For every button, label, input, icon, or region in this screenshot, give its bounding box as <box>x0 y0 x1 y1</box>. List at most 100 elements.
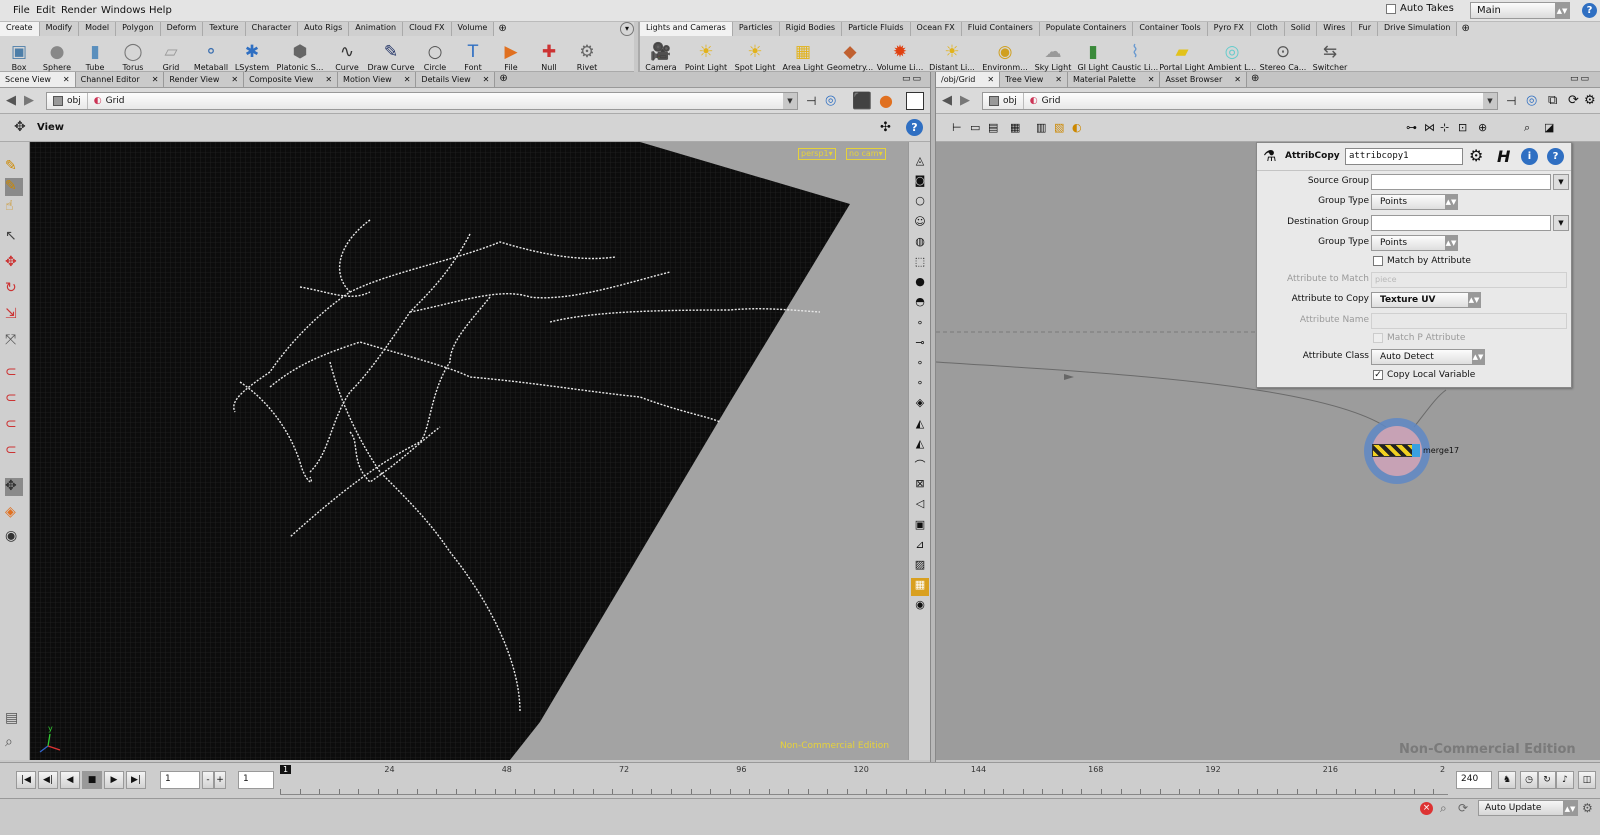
magnet-icon[interactable]: ⊂ <box>5 390 23 408</box>
shelf-tool[interactable]: ☀ Distant Li... <box>926 36 978 72</box>
shelf-tab[interactable]: Container Tools <box>1133 22 1208 36</box>
shelf-tool[interactable]: ▣ Box <box>0 36 38 72</box>
ghost-icon[interactable]: ▣ <box>911 518 929 536</box>
chevron-down-icon[interactable]: ▼ <box>1553 215 1569 231</box>
camera-icon[interactable]: ◙ <box>911 174 929 192</box>
source-group-field[interactable] <box>1371 174 1551 190</box>
shelf-tool[interactable]: ☀ Spot Light <box>730 36 780 72</box>
shelf-tab[interactable]: Fluid Containers <box>961 22 1040 36</box>
pane-tab[interactable]: /obj/Grid ✕ <box>936 72 1001 87</box>
close-icon[interactable]: ✕ <box>231 75 238 84</box>
destination-group-field[interactable] <box>1371 215 1551 231</box>
link-icon[interactable]: ◎ <box>825 93 836 108</box>
chevron-down-icon[interactable]: ▼ <box>1553 174 1569 190</box>
pointer-icon[interactable]: ↖ <box>5 228 23 246</box>
snap-icon[interactable]: ⊡ <box>1458 121 1467 134</box>
refresh-icon[interactable]: ⟳ <box>1458 801 1468 815</box>
shelf-tool[interactable]: ⬢ Platonic S... <box>272 36 328 72</box>
view-icon[interactable]: ✥ <box>5 478 23 496</box>
take-selector[interactable]: Main ▲▼ <box>1470 2 1570 19</box>
sync-icon[interactable]: ⟳ <box>1568 93 1579 108</box>
layout-icon[interactable]: ⊶ <box>1406 121 1417 134</box>
help-icon[interactable]: ? <box>1582 3 1597 18</box>
play-reverse-button[interactable]: ◀ <box>60 771 80 789</box>
pane-tab[interactable]: Tree View ✕ <box>1000 72 1068 87</box>
pin-icon[interactable]: ⊣ <box>1506 94 1516 108</box>
close-icon[interactable]: ✕ <box>152 75 159 84</box>
auto-update-menu[interactable]: Auto Update ▲▼ <box>1478 800 1578 816</box>
lasso-icon[interactable]: ☝ <box>5 198 23 216</box>
camera-icon[interactable]: ◉ <box>5 528 23 546</box>
magnet-icon[interactable]: ⊂ <box>5 364 23 382</box>
visibility-icon[interactable]: ◬ <box>911 154 929 172</box>
info-icon[interactable]: ? <box>906 119 923 136</box>
copy-local-variable-checkbox[interactable]: ✓ <box>1373 370 1383 380</box>
add-tab-icon[interactable]: ⊕ <box>495 72 511 87</box>
shelf-tool[interactable]: ∿ Curve <box>328 36 366 72</box>
shelf-tool[interactable]: ☀ Point Light <box>682 36 730 72</box>
sphere-icon[interactable]: ● <box>911 275 929 293</box>
search-icon[interactable]: ⌕ <box>1524 121 1530 135</box>
shelf-tool[interactable]: ○ Circle <box>416 36 454 72</box>
cam-menu[interactable]: no cam▾ <box>846 148 886 160</box>
point-icon[interactable]: ∘ <box>911 316 929 334</box>
shelf-tab[interactable]: Create <box>0 22 40 36</box>
shelf-tab[interactable]: Deform <box>160 22 204 36</box>
shelf-tool[interactable]: ⚙ Rivet <box>568 36 606 72</box>
dive-icon[interactable]: ◪ <box>1544 121 1554 134</box>
shelf-tab[interactable]: Polygon <box>116 22 161 36</box>
audio-icon[interactable]: ♪ <box>1556 771 1574 789</box>
shelf-tab[interactable]: Animation <box>349 22 404 36</box>
loop-icon[interactable]: ↻ <box>1538 771 1556 789</box>
headlight-icon[interactable]: ◍ <box>911 235 929 253</box>
timeline-ruler[interactable]: 24 48 72 96 120 144 168 192 216 2 1 <box>280 765 1448 795</box>
shelf-tool[interactable]: ◎ Ambient L... <box>1206 36 1258 72</box>
node-name-field[interactable]: attribcopy1 <box>1345 148 1463 165</box>
step-back-key-button[interactable]: ◀| <box>38 771 58 789</box>
shelf-tab[interactable]: Solid <box>1284 22 1318 36</box>
pane-tab[interactable]: Details View ✕ <box>416 72 496 87</box>
link-icon[interactable]: ◎ <box>1526 93 1537 108</box>
current-frame-marker[interactable]: 1 <box>280 765 292 774</box>
shelf-tool[interactable]: ⇆ Switcher <box>1308 36 1352 72</box>
pane-window-controls[interactable]: ▭▭ <box>902 74 928 86</box>
playbar-options-icon[interactable]: ◫ <box>1578 771 1596 789</box>
menu-render[interactable]: Render <box>61 5 97 16</box>
back-arrow-icon[interactable]: ◀ <box>942 93 952 108</box>
pin-icon[interactable]: ⊣ <box>806 94 816 108</box>
error-icon[interactable]: × <box>1420 802 1433 815</box>
shelf-tab[interactable]: Pyro FX <box>1207 22 1251 36</box>
path-crumb-obj[interactable]: obj <box>983 93 1024 109</box>
point-number-icon[interactable]: ∘ <box>911 376 929 394</box>
close-icon[interactable]: ✕ <box>63 75 70 84</box>
shelf-tab[interactable]: Rigid Bodies <box>779 22 843 36</box>
primitive-icon[interactable]: ◈ <box>911 396 929 414</box>
normal-icon[interactable]: ◭ <box>911 417 929 435</box>
sticky-icon[interactable]: ▥ <box>1036 121 1046 134</box>
pane-tab[interactable]: Motion View ✕ <box>338 72 417 87</box>
scale-icon[interactable]: ⇲ <box>5 306 23 324</box>
shader-ball-icon[interactable]: ● <box>879 91 893 110</box>
shelf-tab[interactable]: Character <box>245 22 299 36</box>
chevron-down-icon[interactable]: ▼ <box>783 93 797 109</box>
forward-arrow-icon[interactable]: ▶ <box>24 93 34 108</box>
shelf-tool[interactable]: ◆ Geometry... <box>826 36 874 72</box>
scene-viewport[interactable]: persp1▾ no cam▾ Non-Commercial Edition y <box>30 142 908 760</box>
auto-takes-checkbox[interactable] <box>1386 3 1396 14</box>
cube-icon[interactable]: ⬛ <box>852 91 872 110</box>
go-to-start-button[interactable]: |◀ <box>16 771 36 789</box>
merge-node[interactable] <box>1372 444 1420 457</box>
forward-arrow-icon[interactable]: ▶ <box>960 93 970 108</box>
search-icon[interactable]: ⌕ <box>5 734 23 752</box>
shelf-tab[interactable]: Drive Simulation <box>1378 22 1458 36</box>
shelf-tool[interactable]: ✎ Draw Curve <box>366 36 416 72</box>
guide-icon[interactable]: ◁ <box>911 497 929 515</box>
grid-icon[interactable]: ◓ <box>911 295 929 313</box>
shelf-tool[interactable]: ✱ LSystem <box>232 36 272 72</box>
camera-menu[interactable]: persp1▾ <box>798 148 836 160</box>
shelf-tab[interactable]: Auto Rigs <box>298 22 350 36</box>
move-icon[interactable]: ✥ <box>5 254 23 272</box>
template-icon[interactable]: ⊿ <box>911 538 929 556</box>
shelf-tab[interactable]: Fur <box>1352 22 1378 36</box>
menu-help[interactable]: Help <box>149 5 172 16</box>
